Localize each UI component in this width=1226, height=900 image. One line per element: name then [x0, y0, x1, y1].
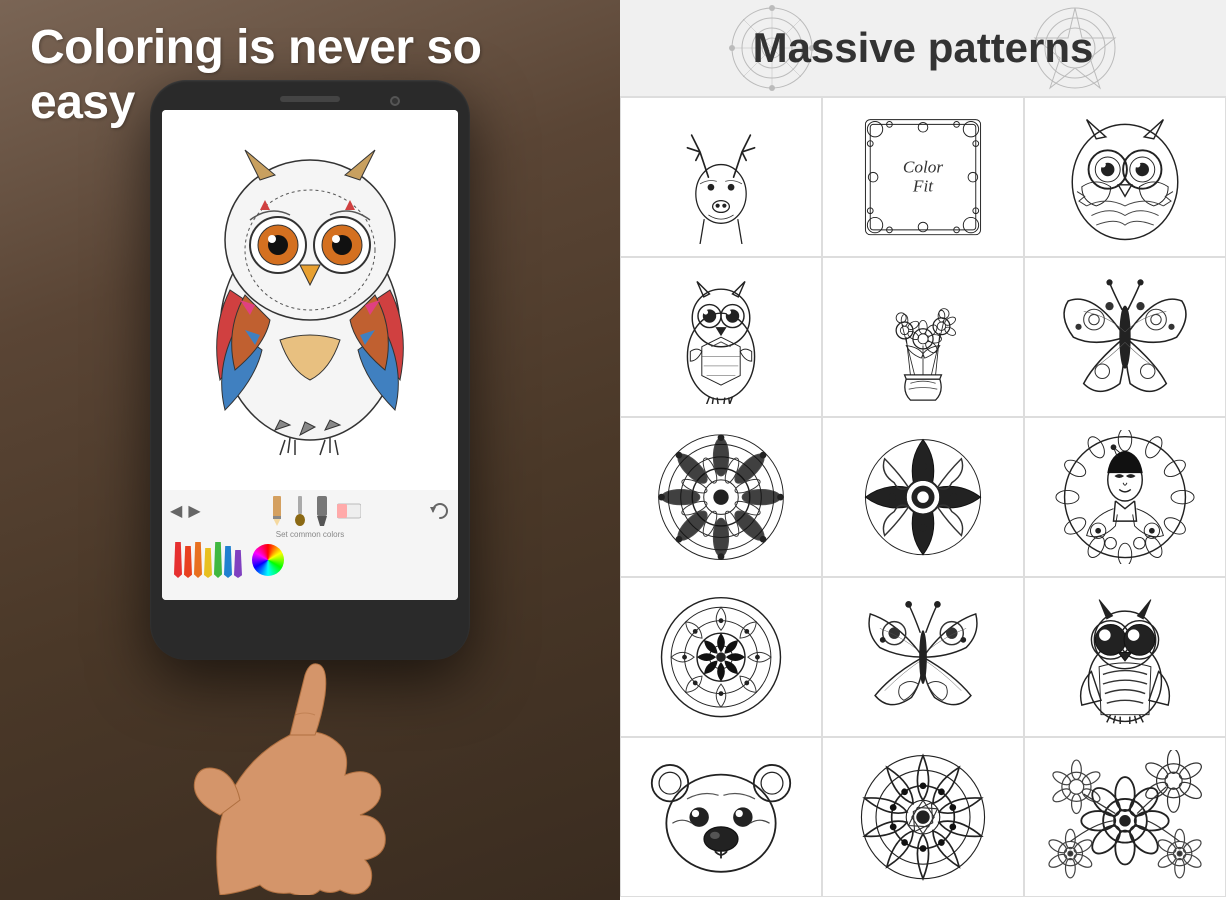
pattern-deer[interactable] [620, 97, 822, 257]
pattern-mandala4[interactable] [822, 737, 1024, 897]
brush-tool-icon[interactable] [293, 496, 307, 526]
color-tools-panel: ◀ ▶ [162, 490, 458, 600]
butterfly-right-svg [1040, 270, 1210, 404]
screen-owl-drawing [162, 110, 458, 490]
tool-icons-group [207, 496, 424, 526]
svg-text:Color: Color [903, 157, 944, 176]
flowers2-svg [1040, 750, 1210, 884]
butterfly-center-svg [838, 590, 1008, 724]
right-panel: Massive patterns [620, 0, 1226, 900]
pencil-red[interactable] [174, 542, 182, 578]
colorfit-logo-svg: Color Fit [838, 110, 1008, 244]
eraser-tool-icon[interactable] [337, 502, 361, 520]
owl2-svg [1040, 590, 1210, 724]
mandala2-svg [838, 430, 1008, 564]
left-panel: Coloring is never so easy [0, 0, 620, 900]
pencil-blue[interactable] [224, 546, 232, 578]
pattern-flowers2[interactable] [1024, 737, 1226, 897]
pencil-orange-red[interactable] [184, 546, 192, 578]
phone-body: ◀ ▶ [150, 80, 470, 660]
pattern-mandala2[interactable] [822, 417, 1024, 577]
marker-tool-icon[interactable] [315, 496, 329, 526]
tools-row: ◀ ▶ [170, 496, 450, 526]
pattern-butterfly-center[interactable] [822, 577, 1024, 737]
colored-owl-svg [190, 130, 430, 470]
small-owl-svg [636, 270, 806, 404]
pattern-mandala1[interactable] [620, 417, 822, 577]
svg-text:Fit: Fit [912, 176, 934, 195]
deer-svg [636, 110, 806, 244]
phone-screen: ◀ ▶ [162, 110, 458, 600]
main-title: Coloring is never so easy [30, 20, 590, 130]
bear-svg [636, 750, 806, 884]
title-container: Coloring is never so easy [0, 0, 620, 150]
pattern-mandala3[interactable] [620, 577, 822, 737]
pencil-tool-icon[interactable] [269, 496, 285, 526]
pencil-green[interactable] [214, 542, 222, 578]
pattern-bear[interactable] [620, 737, 822, 897]
pattern-geisha[interactable] [1024, 417, 1226, 577]
phone-mockup: ◀ ▶ [150, 80, 470, 660]
geisha-svg [1040, 430, 1210, 564]
owl-head-svg [1040, 110, 1210, 244]
forward-icon[interactable]: ▶ [188, 501, 200, 521]
patterns-header-title: Massive patterns [753, 24, 1094, 72]
pattern-butterfly-right[interactable] [1024, 257, 1226, 417]
pattern-colorfit-logo[interactable]: Color Fit [822, 97, 1024, 257]
patterns-header: Massive patterns [620, 0, 1226, 97]
mandala4-svg [838, 750, 1008, 884]
pattern-owl2[interactable] [1024, 577, 1226, 737]
pattern-small-owl[interactable] [620, 257, 822, 417]
pencil-purple[interactable] [234, 550, 242, 578]
back-icon[interactable]: ◀ [170, 501, 182, 521]
refresh-icon[interactable] [430, 501, 450, 521]
pencil-orange[interactable] [194, 542, 202, 578]
set-colors-label: Set common colors [170, 530, 450, 539]
pattern-flowers[interactable] [822, 257, 1024, 417]
pencil-yellow[interactable] [204, 548, 212, 578]
color-pencils-row [170, 542, 450, 578]
flowers-svg [838, 270, 1008, 404]
pattern-grid: Color Fit [620, 97, 1226, 900]
mandala3-svg [636, 590, 806, 724]
mandala1-svg [636, 430, 806, 564]
color-wheel[interactable] [252, 544, 284, 576]
pattern-owl-head[interactable] [1024, 97, 1226, 257]
